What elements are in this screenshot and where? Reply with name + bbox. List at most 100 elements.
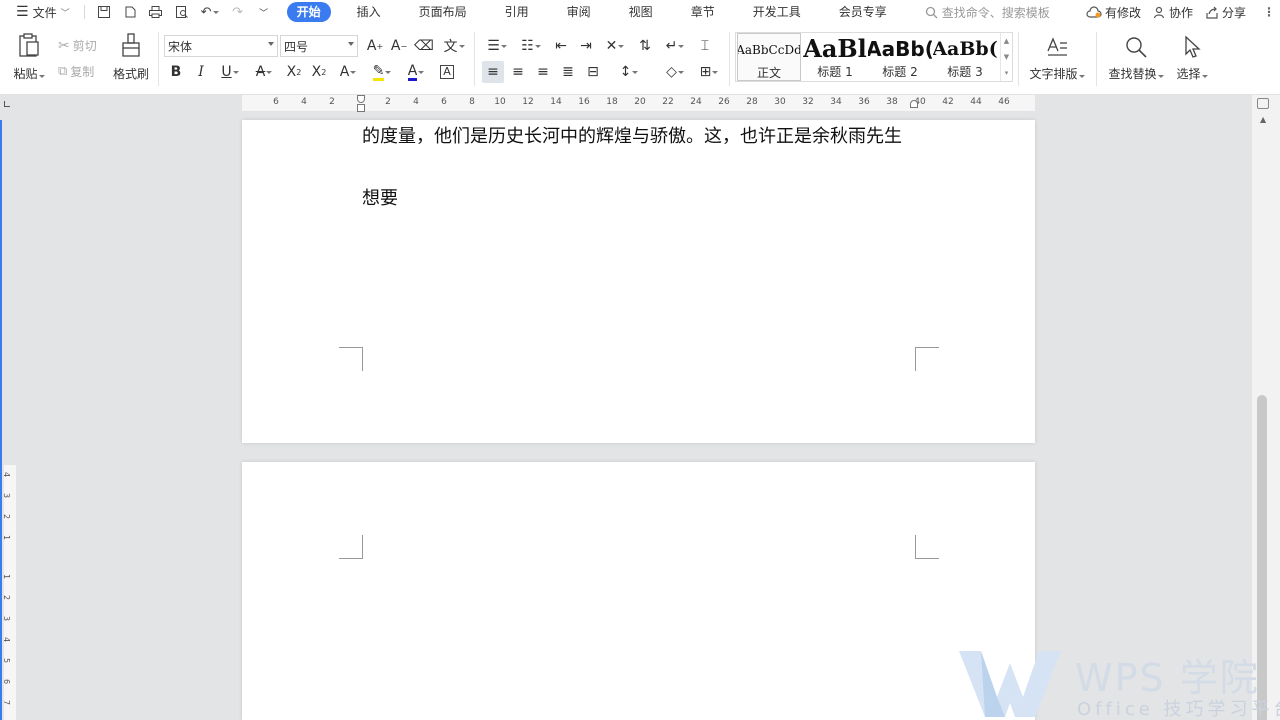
tab-member[interactable]: 会员专享 — [827, 2, 899, 22]
ruler-tick-label: 2 — [329, 97, 335, 107]
numbered-list-icon[interactable]: ☷ — [516, 35, 546, 57]
page-1[interactable]: 的度量，他们是历史长河中的辉煌与骄傲。这，也许正是余秋雨先生 想要 — [242, 120, 1035, 443]
font-name-select[interactable]: 宋体 — [164, 35, 278, 57]
vertical-scrollbar[interactable]: ▲ — [1252, 95, 1280, 720]
ruler-toggle-icon[interactable] — [1257, 98, 1269, 109]
undo-icon[interactable]: ↶ — [195, 0, 225, 24]
sort-icon[interactable]: ⇅ — [634, 35, 656, 57]
select-button[interactable]: 选择 — [1172, 32, 1212, 82]
shading-icon[interactable]: ◇ — [660, 61, 690, 83]
find-replace-button[interactable]: 查找替换 — [1106, 32, 1166, 82]
command-search[interactable]: 查找命令、搜索模板 — [925, 4, 1050, 21]
watermark-subtitle: Office 技巧学习平台 — [1077, 699, 1280, 720]
phonetic-guide-icon[interactable]: 文 — [440, 35, 468, 57]
first-line-indent-marker[interactable] — [357, 95, 365, 103]
right-indent-marker[interactable] — [910, 100, 918, 108]
paragraph-line[interactable]: 想要 — [362, 184, 398, 210]
style-name: 标题 3 — [947, 65, 983, 79]
search-icon — [925, 6, 938, 18]
more-options-icon[interactable]: ⋮ — [1258, 5, 1280, 19]
strikethrough-icon[interactable]: A — [250, 61, 278, 83]
tab-references[interactable]: 引用 — [493, 2, 541, 22]
horizontal-ruler[interactable]: 6 4 2 2 4 6 8 10 12 14 16 18 20 22 24 26 28 30 32 34 36 38 40 4… — [0, 95, 1252, 120]
font-size-select[interactable]: 四号 — [280, 35, 358, 57]
chinese-layout-icon[interactable]: ✕ — [600, 35, 630, 57]
copy-button[interactable]: ⧉ 复制 — [58, 63, 94, 80]
text-effect-icon[interactable]: A — [334, 61, 362, 83]
print-preview-icon[interactable] — [169, 0, 195, 24]
chevron-up-icon[interactable]: ▲ — [1004, 37, 1009, 45]
paste-button[interactable]: 粘贴 — [11, 30, 47, 82]
borders-icon[interactable]: ⊞ — [694, 61, 724, 83]
align-left-icon[interactable]: ≡ — [482, 61, 504, 83]
expand-gallery-icon[interactable]: ▾ — [1005, 69, 1009, 77]
ruler-tick-label: 26 — [718, 97, 730, 107]
print-icon[interactable] — [143, 0, 169, 24]
show-hide-marks-icon[interactable]: ↵ — [660, 35, 690, 57]
ruler-tick-label: 36 — [858, 97, 870, 107]
output-pdf-icon[interactable] — [117, 0, 143, 24]
tab-view[interactable]: 视图 — [617, 2, 665, 22]
ruler-tick-label: 42 — [942, 97, 954, 107]
format-painter-label: 格式刷 — [112, 67, 149, 81]
character-border-icon[interactable]: A — [436, 61, 458, 83]
vruler-tick-label: 6 — [2, 678, 12, 685]
italic-icon[interactable]: I — [190, 61, 212, 83]
align-center-icon[interactable]: ≡ — [507, 61, 529, 83]
modify-button[interactable]: 有修改 — [1086, 4, 1141, 21]
tab-type-selector[interactable] — [4, 101, 10, 107]
cut-button[interactable]: ✂ 剪切 — [58, 37, 97, 54]
tab-chapter[interactable]: 章节 — [679, 2, 727, 22]
superscript-icon[interactable]: X2 — [283, 61, 305, 83]
left-indent-marker[interactable] — [357, 104, 365, 112]
font-color-icon[interactable]: A — [402, 61, 430, 83]
tab-developer[interactable]: 开发工具 — [741, 2, 813, 22]
bold-icon[interactable]: B — [165, 61, 187, 83]
style-normal[interactable]: AaBbCcDd 正文 — [737, 33, 801, 81]
align-right-icon[interactable]: ≡ — [532, 61, 554, 83]
bullet-list-icon[interactable]: ☰ — [482, 35, 512, 57]
cursor-arrow-icon — [1185, 35, 1201, 58]
style-heading-1[interactable]: AaBl 标题 1 — [803, 33, 867, 81]
tab-page-layout[interactable]: 页面布局 — [407, 2, 479, 22]
increase-indent-icon[interactable]: ⇥ — [575, 35, 597, 57]
style-heading-2[interactable]: AaBb( 标题 2 — [868, 33, 932, 81]
separator — [83, 5, 85, 19]
vruler-tick-label: 4 — [2, 471, 12, 478]
page-2[interactable] — [242, 462, 1035, 720]
styles-scroll[interactable]: ▲ ▼ ▾ — [1000, 33, 1012, 81]
share-button[interactable]: 分享 — [1205, 4, 1246, 21]
ruler-tick-label: 22 — [662, 97, 674, 107]
underline-icon[interactable]: U — [215, 61, 245, 83]
cloud-icon — [1086, 5, 1102, 18]
text-layout-button[interactable]: 文字排版 — [1028, 32, 1086, 82]
tab-stops-icon[interactable]: ⌶ — [694, 35, 716, 57]
file-menu[interactable]: ☰ 文件 ﹀ — [0, 4, 78, 21]
paragraph-line[interactable]: 的度量，他们是历史长河中的辉煌与骄傲。这，也许正是余秋雨先生 — [362, 122, 902, 148]
tab-review[interactable]: 审阅 — [555, 2, 603, 22]
subscript-icon[interactable]: X2 — [308, 61, 330, 83]
scroll-up-icon[interactable]: ▲ — [1260, 115, 1266, 124]
justify-icon[interactable]: ≣ — [557, 61, 579, 83]
style-heading-3[interactable]: AaBb( 标题 3 — [933, 33, 997, 81]
scissors-icon: ✂ — [58, 37, 70, 54]
find-replace-label: 查找替换 — [1108, 67, 1157, 81]
redo-icon[interactable]: ↷ — [225, 0, 251, 24]
style-name: 标题 1 — [817, 65, 853, 79]
format-painter-button[interactable]: 格式刷 — [110, 30, 152, 82]
tab-home[interactable]: 开始 — [286, 2, 331, 22]
increase-font-size-icon[interactable]: A + — [364, 35, 386, 57]
vertical-ruler[interactable]: 4 3 2 1 1 2 3 4 5 6 7 — [0, 120, 17, 720]
decrease-font-size-icon[interactable]: A − — [388, 35, 410, 57]
save-icon[interactable] — [91, 0, 117, 24]
tab-insert[interactable]: 插入 — [345, 2, 393, 22]
highlight-color-icon[interactable]: ✎ — [368, 61, 396, 83]
chevron-down-icon[interactable]: ▼ — [1004, 53, 1009, 61]
decrease-indent-icon[interactable]: ⇤ — [550, 35, 572, 57]
clear-format-icon[interactable]: ⌫ — [413, 35, 435, 57]
line-spacing-icon[interactable]: ↕ — [614, 61, 644, 83]
copy-icon: ⧉ — [58, 64, 68, 79]
customize-quick-access-icon[interactable]: ﹀ — [251, 0, 277, 24]
collaborate-button[interactable]: 协作 — [1153, 4, 1193, 21]
distributed-align-icon[interactable]: ⊟ — [582, 61, 604, 83]
